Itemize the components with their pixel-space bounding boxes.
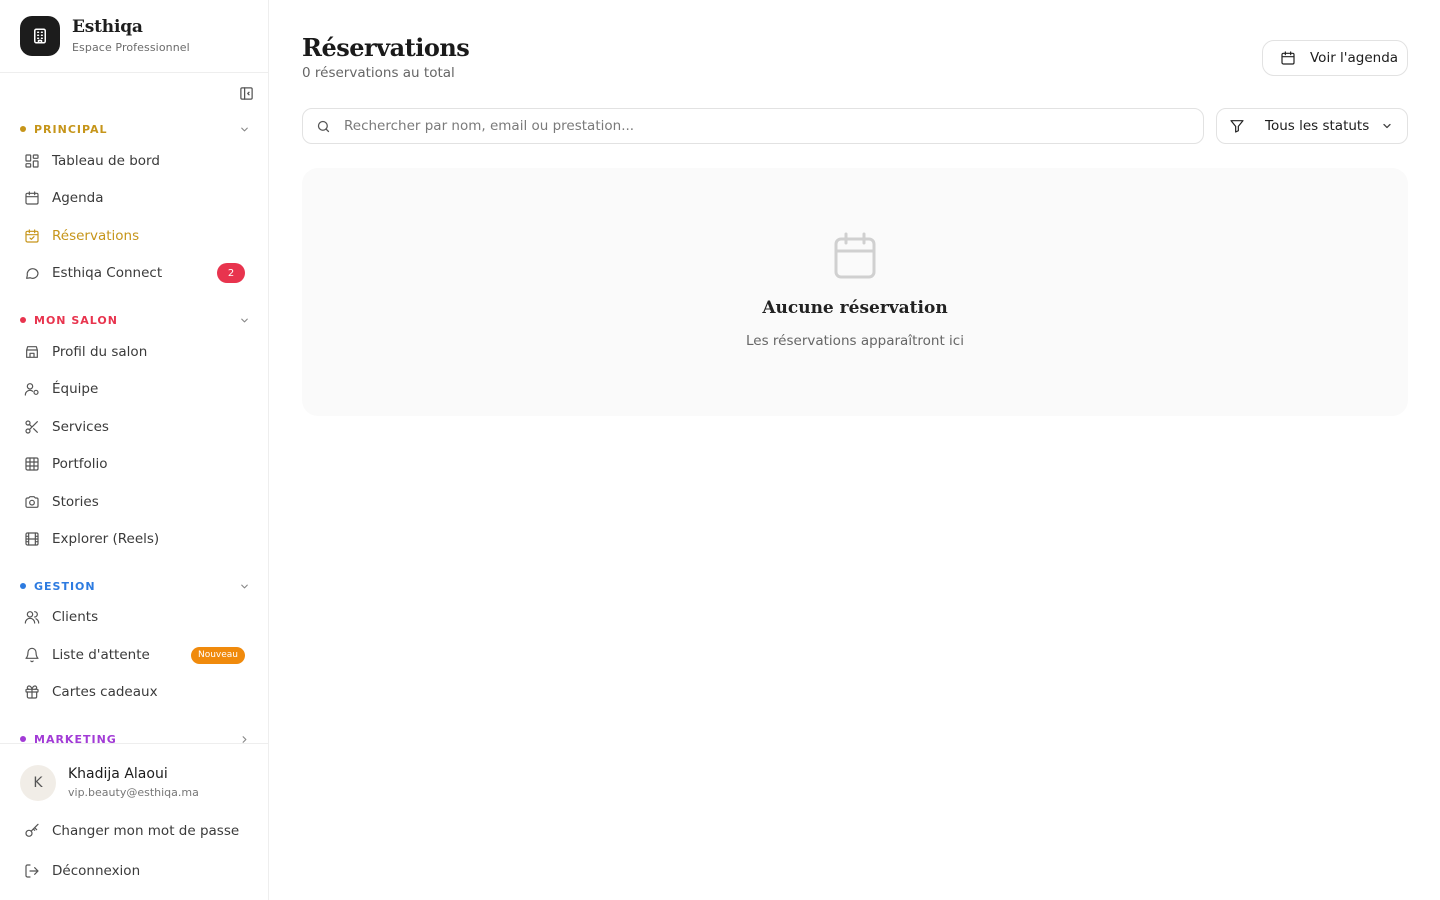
- status-filter-select[interactable]: Tous les statuts: [1216, 108, 1408, 144]
- sidebar-item-esthiqa-connect[interactable]: Esthiqa Connect 2: [20, 257, 250, 289]
- empty-state-title: Aucune réservation: [762, 298, 948, 318]
- new-badge: Nouveau: [190, 646, 245, 664]
- brand-header: Esthiqa Espace Professionnel: [0, 0, 268, 73]
- key-icon: [24, 823, 40, 839]
- sidebar-item-label: Liste d'attente: [52, 647, 150, 663]
- sidebar-item-label: Agenda: [52, 190, 104, 206]
- user-panel: K Khadija Alaoui vip.beauty@esthiqa.ma C…: [0, 743, 268, 900]
- sidebar-item-stories[interactable]: Stories: [20, 486, 250, 518]
- change-password-button[interactable]: Changer mon mot de passe: [20, 816, 250, 846]
- sidebar-item-services[interactable]: Services: [20, 411, 250, 443]
- sidebar-item-label: Services: [52, 419, 109, 435]
- logout-icon: [24, 863, 40, 879]
- brand-name: Esthiqa: [72, 17, 143, 37]
- sidebar-item-equipe[interactable]: Équipe: [20, 373, 250, 405]
- section-dot: [20, 126, 26, 132]
- view-agenda-button[interactable]: Voir l'agenda: [1262, 40, 1408, 76]
- camera-icon: [24, 494, 40, 510]
- change-password-label: Changer mon mot de passe: [52, 823, 240, 839]
- sidebar-item-label: Tableau de bord: [52, 153, 160, 169]
- section-dot: [20, 317, 26, 323]
- dashboard-icon: [24, 153, 40, 169]
- film-icon: [24, 531, 40, 547]
- view-agenda-label: Voir l'agenda: [1310, 50, 1399, 66]
- filter-icon: [1229, 118, 1245, 134]
- section-title: PRINCIPAL: [34, 122, 108, 136]
- section-title: MON SALON: [34, 313, 118, 327]
- sidebar-item-tableau-de-bord[interactable]: Tableau de bord: [20, 145, 250, 177]
- sidebar-item-cartes-cadeaux[interactable]: Cartes cadeaux: [20, 676, 250, 708]
- logout-button[interactable]: Déconnexion: [20, 856, 250, 886]
- sidebar-nav: PRINCIPAL Tableau de bord Agenda Réserva…: [0, 110, 268, 744]
- section-dot: [20, 583, 26, 589]
- search-bar: [302, 108, 1204, 144]
- building-icon: [20, 16, 60, 56]
- search-input[interactable]: [344, 118, 1164, 134]
- chevron-down-icon: [238, 123, 250, 135]
- calendar-icon: [24, 190, 40, 206]
- chevron-down-icon: [238, 314, 250, 326]
- sidebar-item-label: Équipe: [52, 381, 99, 397]
- sidebar-item-explorer-reels[interactable]: Explorer (Reels): [20, 523, 250, 555]
- chevron-down-icon: [238, 580, 250, 592]
- grid-icon: [24, 456, 40, 472]
- page-subtitle: 0 réservations au total: [302, 65, 455, 81]
- sidebar-item-label: Esthiqa Connect: [52, 265, 163, 281]
- section-dot: [20, 736, 26, 742]
- logout-label: Déconnexion: [52, 863, 141, 879]
- sidebar-item-agenda[interactable]: Agenda: [20, 182, 250, 214]
- sidebar-item-profil-du-salon[interactable]: Profil du salon: [20, 336, 250, 368]
- chat-icon: [24, 265, 40, 281]
- section-gestion[interactable]: GESTION: [20, 578, 250, 594]
- search-icon: [315, 118, 331, 134]
- section-mon-salon[interactable]: MON SALON: [20, 312, 250, 328]
- calendar-icon: [833, 232, 877, 280]
- store-icon: [24, 344, 40, 360]
- section-principal[interactable]: PRINCIPAL: [20, 121, 250, 137]
- sidebar-item-liste-d-attente[interactable]: Liste d'attente Nouveau: [20, 639, 250, 671]
- user-name: Khadija Alaoui: [68, 766, 168, 782]
- calendar-check-icon: [24, 228, 40, 244]
- bell-icon: [24, 647, 40, 663]
- team-icon: [24, 381, 40, 397]
- sidebar-item-reservations[interactable]: Réservations: [20, 220, 250, 252]
- section-title: GESTION: [34, 579, 96, 593]
- page-title: Réservations: [302, 33, 470, 62]
- calendar-icon: [1280, 50, 1296, 66]
- scissors-icon: [24, 419, 40, 435]
- sidebar-item-label: Explorer (Reels): [52, 531, 160, 547]
- status-filter-value: Tous les statuts: [1265, 118, 1370, 134]
- unread-count-badge: 2: [217, 263, 245, 283]
- sidebar-collapse-icon[interactable]: [237, 84, 255, 102]
- sidebar-item-label: Stories: [52, 494, 99, 510]
- user-email: vip.beauty@esthiqa.ma: [68, 786, 199, 799]
- empty-state-subtitle: Les réservations apparaîtront ici: [746, 333, 964, 349]
- sidebar-item-label: Clients: [52, 609, 99, 625]
- empty-state-card: Aucune réservation Les réservations appa…: [302, 168, 1408, 416]
- sidebar-item-label: Portfolio: [52, 456, 108, 472]
- avatar[interactable]: K: [20, 765, 56, 801]
- sidebar-item-label: Profil du salon: [52, 344, 148, 360]
- users-icon: [24, 609, 40, 625]
- sidebar-item-label: Cartes cadeaux: [52, 684, 158, 700]
- sidebar: Esthiqa Espace Professionnel PRINCIPAL T…: [0, 0, 269, 900]
- sidebar-item-portfolio[interactable]: Portfolio: [20, 448, 250, 480]
- sidebar-item-clients[interactable]: Clients: [20, 601, 250, 633]
- gift-icon: [24, 684, 40, 700]
- brand-subtitle: Espace Professionnel: [72, 41, 190, 54]
- chevron-down-icon: [1381, 120, 1393, 132]
- sidebar-item-label: Réservations: [52, 228, 140, 244]
